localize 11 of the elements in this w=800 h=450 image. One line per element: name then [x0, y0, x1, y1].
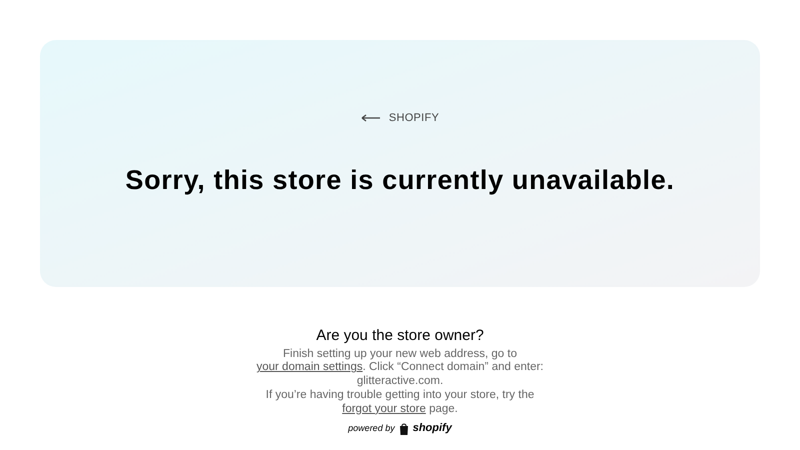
help-text: If you’re having trouble getting into your store, try the forgot your store page.	[264, 388, 536, 416]
help-link[interactable]: forgot your store	[342, 402, 426, 415]
shopify-back-link[interactable]: SHOPIFY	[360, 110, 440, 126]
help-text: Finish setting up your new web address, go to your domain settings. Click “Connect domain” and enter: glitteractive.com.	[255, 348, 544, 389]
unavailable-heading: Sorry, this store is currently unavailable.	[125, 164, 675, 197]
shopify-wordmark: shopify	[412, 421, 452, 436]
help-link[interactable]: your domain settings	[256, 361, 363, 374]
powered-by-text: powered by	[348, 422, 395, 435]
left-arrow-icon	[360, 114, 381, 122]
owner-heading: Are you the store owner?	[316, 326, 484, 346]
shopping-bag-icon	[398, 422, 409, 435]
